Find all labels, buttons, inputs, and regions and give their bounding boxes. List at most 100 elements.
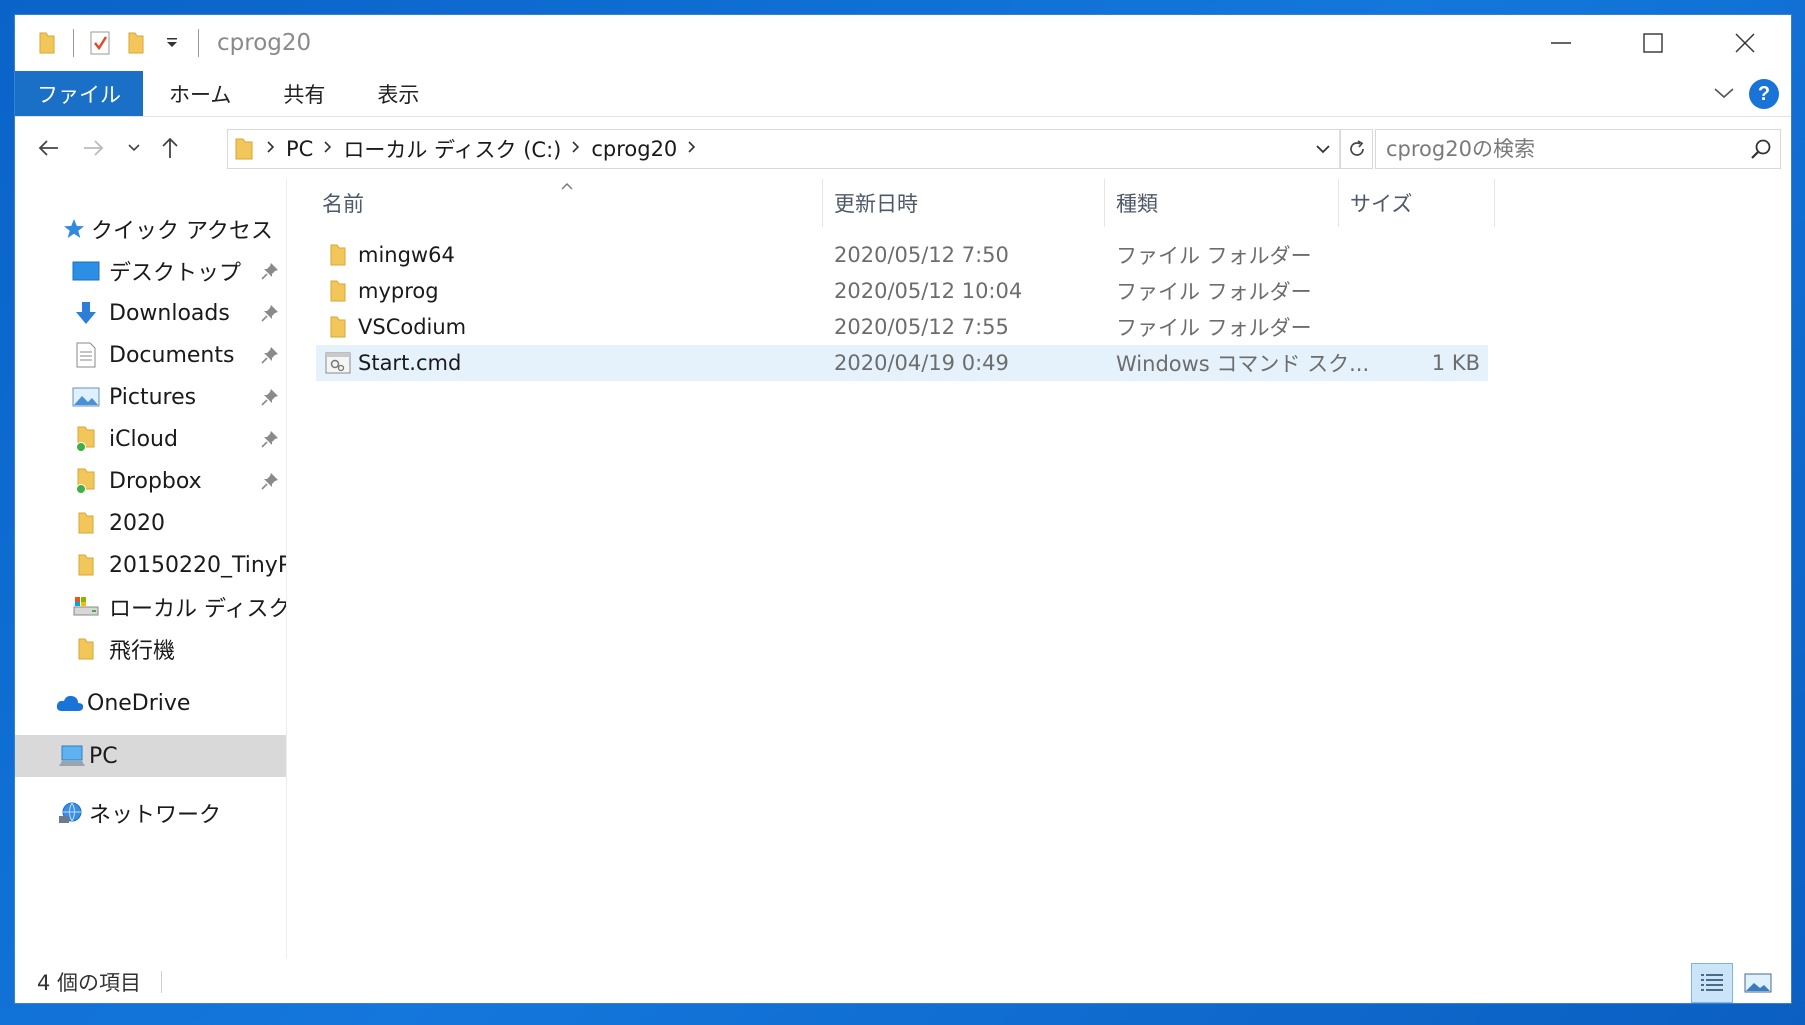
status-bar: 4 個の項目	[15, 959, 1791, 1005]
file-date: 2020/04/19 0:49	[834, 351, 1009, 375]
help-button[interactable]: ?	[1749, 79, 1779, 109]
pin-icon[interactable]	[261, 345, 279, 370]
file-type: ファイル フォルダー	[1116, 280, 1312, 304]
address-folder-icon	[234, 136, 254, 162]
table-row[interactable]: mingw64 2020/05/12 7:50 ファイル フォルダー	[316, 237, 1488, 273]
folder-icon[interactable]	[29, 23, 65, 63]
column-divider[interactable]	[1494, 179, 1495, 227]
sidebar-item-airplane[interactable]: 飛行機	[15, 627, 286, 671]
pin-icon[interactable]	[261, 471, 279, 496]
sidebar-item-label: iCloud	[109, 426, 178, 452]
sidebar-item-network[interactable]: ネットワーク	[15, 791, 286, 835]
table-row[interactable]: myprog 2020/05/12 10:04 ファイル フォルダー	[316, 273, 1488, 309]
breadcrumb-pc[interactable]: PC	[286, 137, 313, 161]
file-date: 2020/05/12 7:55	[834, 315, 1009, 339]
sidebar-item-onedrive[interactable]: OneDrive	[15, 681, 286, 725]
sidebar-item-pictures[interactable]: Pictures	[15, 375, 286, 419]
folder-icon	[324, 313, 352, 341]
new-folder-icon[interactable]	[118, 23, 154, 63]
pin-icon[interactable]	[261, 261, 279, 286]
column-header-type[interactable]: 種類	[1116, 179, 1336, 227]
pin-icon[interactable]	[261, 387, 279, 412]
refresh-icon[interactable]	[1341, 129, 1373, 169]
column-header-date[interactable]: 更新日時	[834, 179, 1104, 227]
folder-icon	[71, 634, 101, 664]
file-name: Start.cmd	[358, 351, 462, 375]
sidebar-item-2020[interactable]: 2020	[15, 501, 286, 545]
search-input[interactable]	[1386, 137, 1726, 161]
minimize-button[interactable]	[1515, 15, 1607, 71]
sidebar-item-label: クイック アクセス	[91, 219, 273, 244]
properties-icon[interactable]	[82, 23, 118, 63]
search-icon[interactable]	[1750, 138, 1772, 164]
sidebar-item-label: PC	[89, 743, 118, 769]
sidebar-item-icloud[interactable]: iCloud	[15, 417, 286, 461]
address-bar[interactable]: PC ローカル ディスク (C:) cprog20	[227, 129, 1341, 169]
sidebar-item-label: ネットワーク	[89, 803, 222, 828]
sidebar-item-label: Downloads	[109, 300, 230, 326]
file-type: ファイル フォルダー	[1116, 316, 1312, 340]
tab-file[interactable]: ファイル	[15, 71, 143, 116]
file-date: 2020/05/12 7:50	[834, 243, 1009, 267]
breadcrumb-cprog20[interactable]: cprog20	[591, 137, 677, 161]
quick-access-toolbar: cprog20	[15, 15, 311, 71]
maximize-button[interactable]	[1607, 15, 1699, 71]
forward-button[interactable]	[71, 126, 117, 170]
sidebar-item-label: 飛行機	[109, 639, 176, 664]
status-divider	[161, 971, 163, 993]
close-button[interactable]	[1699, 15, 1791, 71]
sidebar-item-pc[interactable]: PC	[15, 735, 286, 777]
pin-icon[interactable]	[261, 429, 279, 454]
column-header-size[interactable]: サイズ	[1350, 179, 1490, 227]
sidebar-item-desktop[interactable]: デスクトップ	[15, 249, 286, 293]
tab-share[interactable]: 共有	[257, 71, 351, 116]
sidebar-quick-access[interactable]: クイック アクセス	[15, 207, 286, 251]
tab-view[interactable]: 表示	[351, 71, 445, 116]
tab-home[interactable]: ホーム	[143, 71, 257, 116]
back-button[interactable]	[25, 126, 71, 170]
column-header-name[interactable]: 名前	[322, 179, 812, 227]
folder-icon	[71, 508, 101, 538]
star-icon	[59, 214, 89, 244]
navigation-pane: クイック アクセス デスクトップ Downloads Documents Pic…	[15, 179, 287, 959]
pin-icon[interactable]	[261, 303, 279, 328]
folder-icon	[71, 550, 101, 580]
breadcrumb-separator-icon	[571, 140, 581, 158]
details-view-button[interactable]	[1691, 963, 1733, 1003]
folder-icon	[324, 241, 352, 269]
sidebar-item-documents[interactable]: Documents	[15, 333, 286, 377]
file-type: Windows コマンド スク...	[1116, 352, 1370, 376]
sidebar-item-label: OneDrive	[87, 690, 191, 716]
item-count: 4 個の項目	[37, 971, 142, 995]
sidebar-item-label: Documents	[109, 342, 235, 368]
sidebar-item-dropbox[interactable]: Dropbox	[15, 459, 286, 503]
sidebar-item-tinypower[interactable]: 20150220_TinyPowe	[15, 543, 286, 587]
ribbon-tabs: ファイル ホーム 共有 表示 ?	[15, 71, 1791, 117]
sidebar-item-downloads[interactable]: Downloads	[15, 291, 286, 335]
table-row[interactable]: Start.cmd 2020/04/19 0:49 Windows コマンド ス…	[316, 345, 1488, 381]
pictures-icon	[71, 382, 101, 412]
file-date: 2020/05/12 10:04	[834, 279, 1023, 303]
address-history-chevron-icon[interactable]	[1306, 130, 1340, 168]
desktop-icon	[71, 256, 101, 286]
document-icon	[71, 340, 101, 370]
table-row[interactable]: VSCodium 2020/05/12 7:55 ファイル フォルダー	[316, 309, 1488, 345]
customize-dropdown-icon[interactable]	[154, 23, 190, 63]
sidebar-item-local-disk[interactable]: ローカル ディスク (C:)	[15, 585, 286, 629]
up-button[interactable]	[151, 126, 189, 170]
file-list: 名前 更新日時 種類 サイズ mingw64 2020/05/12 7:50 フ…	[288, 179, 1793, 959]
sidebar-item-label: Dropbox	[109, 468, 202, 494]
breadcrumb-separator-icon[interactable]	[687, 140, 697, 158]
column-divider[interactable]	[822, 179, 823, 227]
breadcrumb-local-disk[interactable]: ローカル ディスク (C:)	[343, 134, 561, 164]
window-title: cprog20	[217, 30, 312, 56]
cloud-icon	[55, 688, 85, 718]
computer-icon	[57, 741, 87, 771]
search-box[interactable]	[1375, 129, 1781, 169]
large-icons-view-button[interactable]	[1737, 963, 1779, 1003]
view-switcher	[1691, 963, 1779, 1003]
column-divider[interactable]	[1338, 179, 1339, 227]
recent-locations-chevron-icon[interactable]	[117, 126, 151, 170]
column-divider[interactable]	[1104, 179, 1105, 227]
expand-ribbon-chevron-icon[interactable]	[1713, 85, 1735, 104]
